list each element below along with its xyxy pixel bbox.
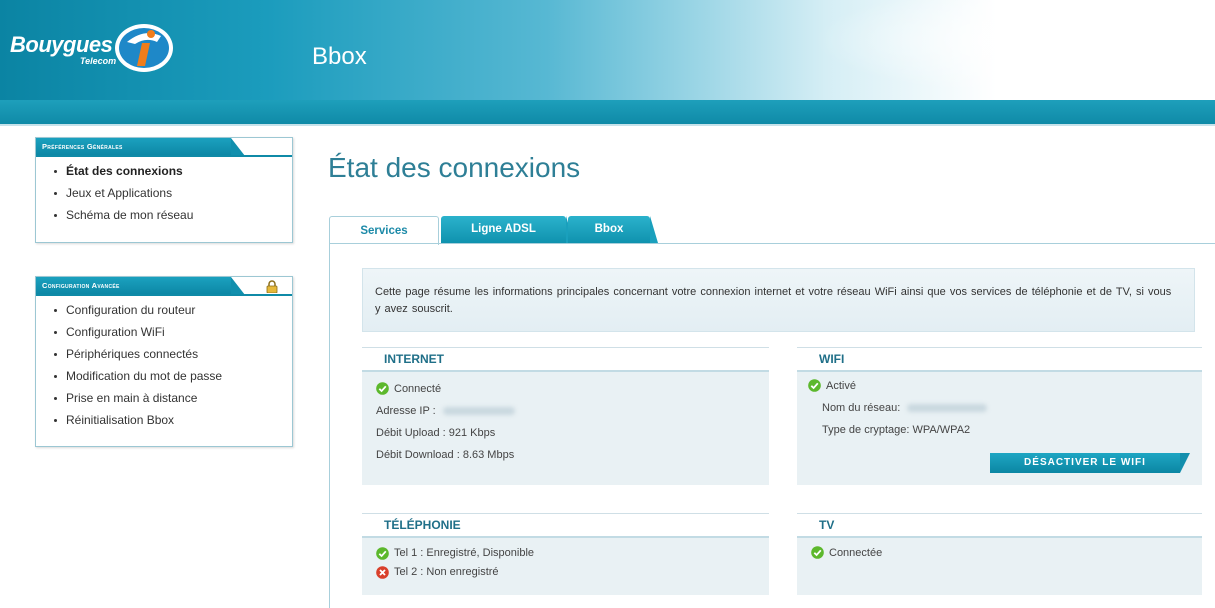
network-row: Nom du réseau: <box>808 397 1202 419</box>
intro-text: Cette page résume les informations princ… <box>362 268 1195 332</box>
tel2-row: Tel 2 : Non enregistré <box>376 563 769 582</box>
bouygues-logo-icon <box>115 24 173 72</box>
ip-label: Adresse IP : <box>376 405 436 417</box>
tel1-status: Tel 1 : Enregistré, Disponible <box>394 547 535 559</box>
sidebar-item-jeux-applications[interactable]: Jeux et Applications <box>52 182 292 204</box>
check-icon <box>376 382 389 395</box>
divider <box>36 155 292 157</box>
download-speed: Débit Download : 8.63 Mbps <box>376 449 515 461</box>
header-bar <box>0 100 1215 126</box>
ip-value-redacted <box>442 407 515 416</box>
app-title: Bbox <box>312 43 367 70</box>
sidebar-item-schema-reseau[interactable]: Schéma de mon réseau <box>52 204 292 226</box>
internet-panel: INTERNET Connecté Adresse IP : Débit Upl… <box>362 347 769 485</box>
telephonie-title: TÉLÉPHONIE <box>362 514 769 538</box>
internet-title: INTERNET <box>362 348 769 372</box>
brand-sub: Telecom <box>80 56 117 66</box>
crypto-type: Type de cryptage: WPA/WPA2 <box>822 424 971 436</box>
advanced-config-heading: Configuration Avancée <box>36 277 245 295</box>
tel1-row: Tel 1 : Enregistré, Disponible <box>376 544 769 563</box>
sidebar-item-etat-connexions[interactable]: État des connexions <box>52 160 292 182</box>
tab-ligne-adsl[interactable]: Ligne ADSL <box>441 216 574 243</box>
sidebar-item-config-wifi[interactable]: Configuration WiFi <box>52 321 292 343</box>
sidebar-item-mot-de-passe[interactable]: Modification du mot de passe <box>52 365 292 387</box>
sidebar-item-prise-en-main[interactable]: Prise en main à distance <box>52 387 292 409</box>
general-menu: État des connexions Jeux et Applications… <box>36 156 292 234</box>
ip-row: Adresse IP : <box>376 400 769 422</box>
network-label: Nom du réseau: <box>822 402 901 414</box>
divider <box>36 294 292 296</box>
general-preferences-box: Préférences Générales État des connexion… <box>35 137 293 243</box>
tab-bbox[interactable]: Bbox <box>568 216 658 243</box>
internet-status: Connecté <box>394 383 442 395</box>
check-icon <box>808 379 821 392</box>
sidebar-item-reinitialisation[interactable]: Réinitialisation Bbox <box>52 409 292 431</box>
check-icon <box>811 546 824 559</box>
header: Bouygues Telecom Bbox <box>0 0 1215 100</box>
lock-icon <box>266 280 278 293</box>
wifi-status: Activé <box>826 380 856 392</box>
upload-speed: Débit Upload : 921 Kbps <box>376 427 496 439</box>
page-title: État des connexions <box>328 152 581 183</box>
sidebar-item-config-routeur[interactable]: Configuration du routeur <box>52 299 292 321</box>
telephonie-panel: TÉLÉPHONIE Tel 1 : Enregistré, Disponibl… <box>362 513 769 595</box>
advanced-menu: Configuration du routeur Configuration W… <box>36 295 292 439</box>
tv-status: Connectée <box>829 547 883 559</box>
internet-status-row: Connecté <box>376 378 769 400</box>
tel2-status: Tel 2 : Non enregistré <box>394 566 499 578</box>
wifi-status-row: Activé <box>808 375 1202 397</box>
general-preferences-heading: Préférences Générales <box>36 138 245 156</box>
wifi-title: WIFI <box>797 348 1202 372</box>
advanced-config-box: Configuration Avancée Configuration du r… <box>35 276 293 447</box>
check-icon <box>376 547 389 560</box>
tv-title: TV <box>797 514 1202 538</box>
sidebar-item-peripheriques[interactable]: Périphériques connectés <box>52 343 292 365</box>
tv-panel: TV Connectée <box>797 513 1202 595</box>
disable-wifi-button[interactable]: DÉSACTIVER LE WIFI <box>990 453 1190 473</box>
tab-services[interactable]: Services <box>329 216 439 245</box>
error-icon <box>376 566 389 579</box>
network-name-redacted <box>907 404 988 413</box>
tv-status-row: Connectée <box>811 542 1202 564</box>
brand-name: Bouygues <box>10 32 113 57</box>
